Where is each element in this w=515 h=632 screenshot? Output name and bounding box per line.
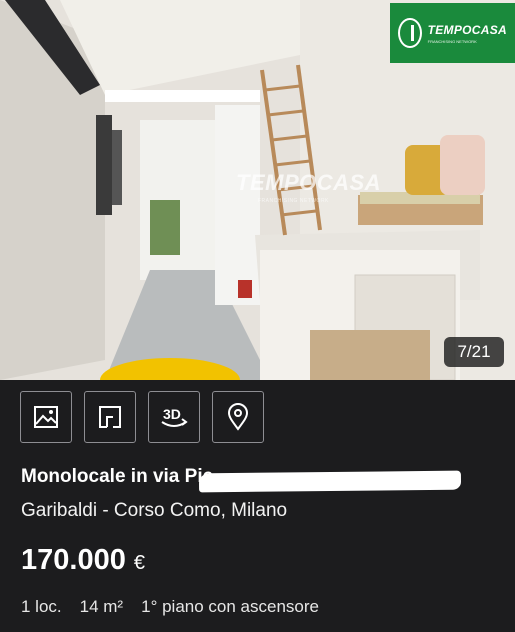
gallery-button[interactable] <box>20 391 72 443</box>
spec-floor: 1° piano con ascensore <box>141 597 319 616</box>
photo-watermark-tagline: FRANCHISING NETWORK <box>258 198 329 204</box>
3d-tour-button[interactable]: 3D <box>148 391 200 443</box>
agency-logo: TEMPOCASA FRANCHISING NETWORK <box>390 3 515 63</box>
price-value: 170.000 <box>21 544 126 576</box>
floorplan-icon <box>99 406 121 428</box>
photo-watermark: TEMPOCASA <box>236 170 382 195</box>
price-currency: € <box>133 552 146 574</box>
listing-photo[interactable]: TEMPOCASA FRANCHISING NETWORK TEMPOCASA … <box>0 0 515 380</box>
map-pin-icon <box>227 403 249 431</box>
listing-price: 170.000 € <box>21 544 501 577</box>
listing-title-text: Monolocale in via Pie <box>21 466 214 487</box>
media-toolbar: 3D <box>20 391 264 443</box>
spec-rooms: 1 loc. <box>21 597 62 616</box>
agency-logo-tagline: FRANCHISING NETWORK <box>427 38 477 44</box>
floorplan-button[interactable] <box>84 391 136 443</box>
agency-logo-name: TEMPOCASA <box>427 22 507 37</box>
spec-area: 14 m² <box>79 597 124 616</box>
listing-specs: 1 loc. 14 m² 1° piano con ascensore <box>21 597 501 617</box>
listing-title[interactable]: Monolocale in via Pie <box>21 466 501 493</box>
redaction-mark <box>198 470 462 493</box>
3d-tour-icon: 3D <box>161 406 188 427</box>
gallery-icon <box>34 406 58 428</box>
listing-info: Monolocale in via Pie Garibaldi - Corso … <box>21 466 501 617</box>
agency-logo-icon <box>398 18 422 48</box>
map-button[interactable] <box>212 391 264 443</box>
photo-counter: 7/21 <box>444 337 504 367</box>
listing-location: Garibaldi - Corso Como, Milano <box>21 500 288 521</box>
3d-tour-label: 3D <box>163 406 181 422</box>
